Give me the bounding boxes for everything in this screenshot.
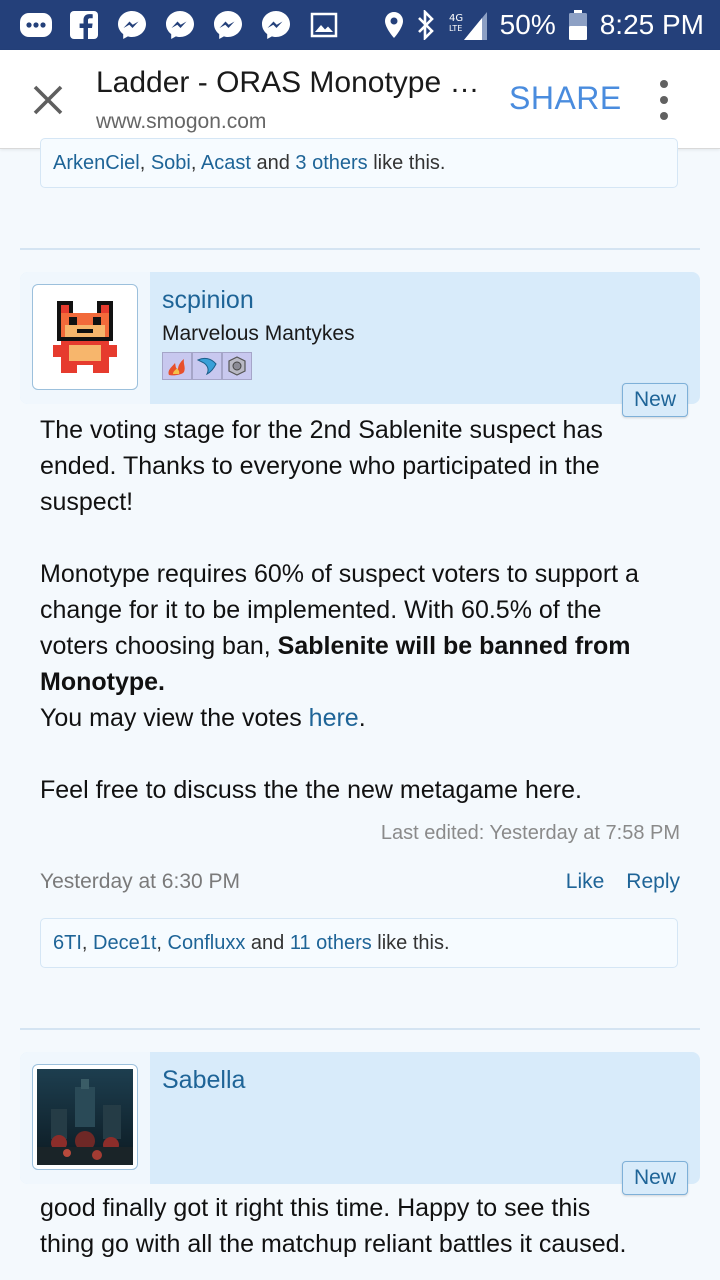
post-text-span: . bbox=[358, 704, 366, 732]
steel-badge-icon bbox=[222, 352, 252, 380]
like-user-link[interactable]: Dece1t bbox=[93, 932, 156, 954]
overflow-menu-icon[interactable] bbox=[652, 80, 676, 120]
custom-tab-toolbar: Ladder - ORAS Monotype Metagame Discussi… bbox=[0, 50, 720, 149]
post-paragraph: good finally got it right this time. Hap… bbox=[40, 1194, 627, 1258]
post-actions: Like Reply bbox=[566, 870, 680, 894]
page-url: www.smogon.com bbox=[96, 110, 267, 133]
last-edited-note: Last edited: Yesterday at 7:58 PM bbox=[380, 822, 680, 844]
likes-others-link[interactable]: 3 others bbox=[295, 152, 367, 174]
image-icon bbox=[306, 8, 342, 42]
messenger-icon bbox=[210, 8, 246, 42]
like-user-link[interactable]: Confluxx bbox=[168, 932, 246, 954]
bluetooth-icon bbox=[416, 10, 436, 40]
avatar[interactable] bbox=[32, 1064, 138, 1170]
post-divider bbox=[20, 1028, 700, 1030]
share-button[interactable]: SHARE bbox=[509, 80, 622, 117]
page-title: Ladder - ORAS Monotype Metagame Discussi… bbox=[96, 66, 486, 99]
likes-summary: 6TI, Dece1t, Confluxx and 11 others like… bbox=[40, 918, 678, 968]
likes-and-text: and bbox=[245, 932, 290, 954]
location-icon bbox=[384, 11, 404, 39]
messenger-icon bbox=[114, 8, 150, 42]
username-link[interactable]: scpinion bbox=[162, 286, 254, 315]
post-body: The voting stage for the 2nd Sablenite s… bbox=[40, 412, 640, 808]
avatar[interactable] bbox=[32, 284, 138, 390]
post-body: good finally got it right this time. Hap… bbox=[40, 1190, 640, 1262]
avatar-image-icon bbox=[37, 1069, 133, 1165]
messenger-icon bbox=[162, 8, 198, 42]
battery-icon bbox=[568, 9, 588, 41]
avatar-container bbox=[20, 1052, 150, 1184]
likes-others-link[interactable]: 11 others bbox=[290, 932, 372, 954]
post-text-span: You may view the votes bbox=[40, 704, 309, 732]
signal-icon: 4G LTE bbox=[448, 9, 488, 41]
user-title: Marvelous Mantykes bbox=[162, 322, 355, 345]
user-badges bbox=[162, 352, 252, 380]
like-user-link[interactable]: Sobi bbox=[151, 152, 191, 174]
like-button[interactable]: Like bbox=[566, 870, 605, 894]
like-user-link[interactable]: 6TI bbox=[53, 932, 82, 954]
likes-summary: ArkenCiel, Sobi, Acast and 3 others like… bbox=[40, 138, 678, 188]
close-icon[interactable] bbox=[26, 78, 70, 122]
like-user-link[interactable]: ArkenCiel bbox=[53, 152, 140, 174]
clock: 8:25 PM bbox=[599, 9, 704, 40]
svg-text:4G: 4G bbox=[449, 13, 463, 24]
post-paragraph: You may view the votes here. bbox=[40, 700, 640, 736]
avatar-container bbox=[20, 272, 150, 404]
status-indicators: 4G LTE 50% 8:25 PM bbox=[384, 0, 704, 50]
battery-percent: 50% bbox=[499, 9, 556, 40]
reply-button[interactable]: Reply bbox=[626, 870, 680, 894]
like-user-link[interactable]: Acast bbox=[201, 152, 251, 174]
fire-badge-icon bbox=[162, 352, 192, 380]
likes-suffix: like this. bbox=[371, 932, 450, 954]
post-paragraph: Feel free to discuss the the new metagam… bbox=[40, 776, 582, 804]
water-badge-icon bbox=[192, 352, 222, 380]
messenger-icon bbox=[258, 8, 294, 42]
votes-link[interactable]: here bbox=[309, 704, 359, 732]
status-bar: 4G LTE 50% 8:25 PM bbox=[0, 0, 720, 50]
post-paragraph: Monotype requires 60% of suspect voters … bbox=[40, 556, 640, 700]
post-author-block: scpinion Marvelous Mantykes bbox=[20, 272, 700, 404]
pokemon-sprite-icon bbox=[53, 301, 117, 373]
likes-suffix: like this. bbox=[367, 152, 446, 174]
post-paragraph: The voting stage for the 2nd Sablenite s… bbox=[40, 416, 603, 516]
facebook-icon bbox=[66, 8, 102, 42]
notification-icons bbox=[18, 8, 342, 42]
svg-text:LTE: LTE bbox=[449, 24, 462, 33]
likes-and-text: and bbox=[250, 152, 296, 174]
more-icon bbox=[18, 8, 54, 42]
username-link[interactable]: Sabella bbox=[162, 1066, 245, 1095]
post-divider bbox=[20, 248, 700, 250]
post-author-block: Sabella bbox=[20, 1052, 700, 1184]
